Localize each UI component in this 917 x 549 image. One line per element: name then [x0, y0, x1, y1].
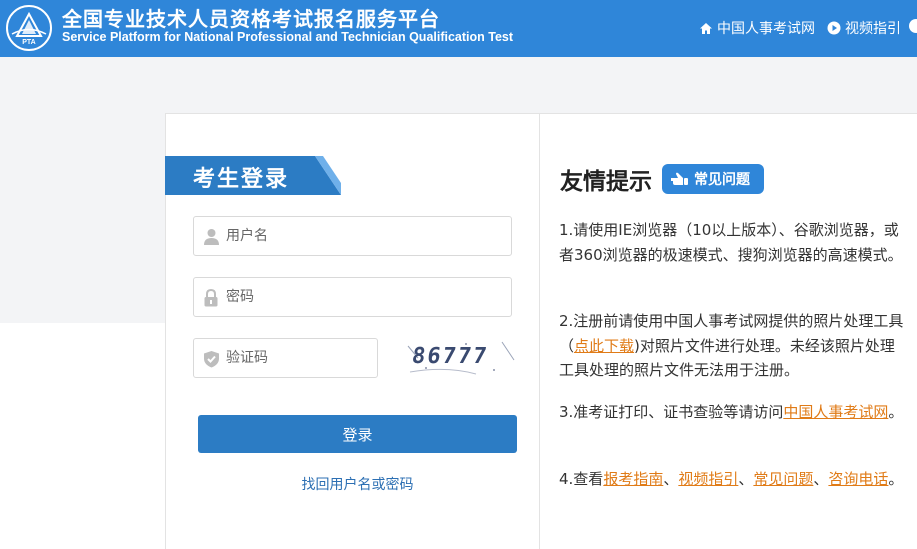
- tip-admission-ticket: 3.准考证打印、证书查验等请访问中国人事考试网。: [559, 400, 905, 425]
- password-input[interactable]: [226, 278, 503, 316]
- tip3-text-before: 3.准考证打印、证书查验等请访问: [559, 403, 784, 421]
- user-icon: [203, 228, 220, 249]
- exam-guide-link[interactable]: 报考指南: [603, 470, 663, 488]
- recover-account-link[interactable]: 找回用户名或密码: [198, 474, 517, 494]
- tip4-text-after: 。: [888, 470, 904, 488]
- tip4-sep: 、: [663, 470, 679, 488]
- lock-icon: [203, 288, 219, 311]
- tip4-text-before: 4.查看: [559, 470, 604, 488]
- hotline-link[interactable]: 咨询电话: [828, 470, 888, 488]
- tip4-sep: 、: [738, 470, 754, 488]
- nav-video-guide[interactable]: 视频指引: [827, 18, 901, 38]
- nav-cpta-label: 中国人事考试网: [717, 21, 815, 37]
- login-tab: 考生登录: [165, 156, 341, 195]
- tip4-sep: 、: [813, 470, 829, 488]
- pointing-hand-icon: [670, 171, 690, 187]
- svg-text:PTA: PTA: [22, 39, 35, 46]
- nav-overflow-icon[interactable]: [909, 19, 917, 33]
- captcha-field[interactable]: [193, 338, 378, 378]
- username-input[interactable]: [226, 217, 503, 255]
- tips-title: 友情提示: [560, 169, 652, 195]
- faq-link[interactable]: 常见问题: [753, 470, 813, 488]
- header: PTA 全国专业技术人员资格考试报名服务平台 Service Platform …: [0, 0, 917, 57]
- captcha-image[interactable]: 86777: [406, 338, 516, 378]
- top-nav: 中国人事考试网 视频指引: [699, 18, 913, 38]
- password-field[interactable]: [193, 277, 512, 317]
- tip-photo-tool: 2.注册前请使用中国人事考试网提供的照片处理工具（点此下载)对照片文件进行处理。…: [559, 309, 905, 383]
- tip3-text-after: 。: [888, 403, 904, 421]
- site-title: 全国专业技术人员资格考试报名服务平台: [62, 7, 440, 31]
- faq-button[interactable]: 常见问题: [662, 164, 764, 194]
- login-tab-label: 考生登录: [193, 167, 290, 192]
- card-divider: [539, 113, 540, 549]
- home-icon: [699, 22, 713, 35]
- download-tool-link[interactable]: 点此下载: [574, 337, 634, 355]
- login-button[interactable]: 登录: [198, 415, 517, 453]
- username-field[interactable]: [193, 216, 512, 256]
- pta-logo[interactable]: PTA: [6, 5, 52, 51]
- shield-check-icon: [203, 350, 220, 372]
- captcha-input[interactable]: [226, 339, 369, 377]
- video-guide-link[interactable]: 视频指引: [678, 470, 738, 488]
- nav-cpta-site[interactable]: 中国人事考试网: [699, 18, 815, 38]
- cpta-site-link[interactable]: 中国人事考试网: [783, 403, 888, 421]
- captcha-text: 86777: [410, 344, 490, 369]
- nav-video-label: 视频指引: [845, 21, 901, 37]
- site-subtitle: Service Platform for National Profession…: [62, 30, 514, 44]
- play-circle-icon: [827, 21, 841, 35]
- tip-browser: 1.请使用IE浏览器（10以上版本）、谷歌浏览器，或者360浏览器的极速模式、搜…: [559, 221, 903, 264]
- faq-label: 常见问题: [694, 172, 750, 188]
- tip-help-links: 4.查看报考指南、视频指引、常见问题、咨询电话。: [559, 467, 905, 492]
- logo-mark-icon: PTA: [11, 11, 47, 46]
